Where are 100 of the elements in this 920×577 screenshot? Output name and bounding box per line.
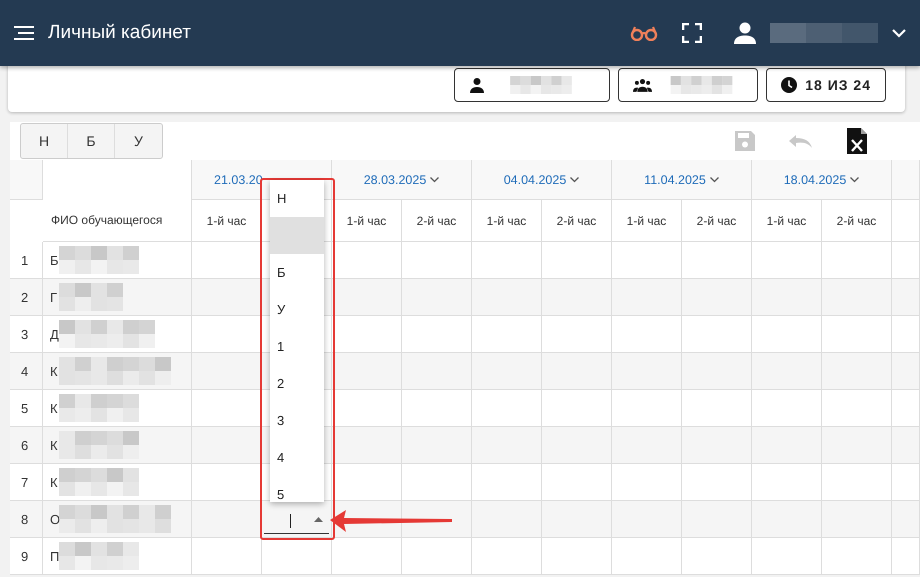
table-cell[interactable] <box>402 353 472 390</box>
table-cell[interactable] <box>752 353 822 390</box>
student-name: К <box>50 364 58 378</box>
date-menu-button[interactable]: 18.04.2025 <box>784 172 860 186</box>
table-cell[interactable] <box>542 501 612 538</box>
hour-header: 1-й час <box>626 214 666 228</box>
dropdown-option[interactable]: 5 <box>270 476 324 502</box>
blurred-text <box>59 283 123 311</box>
clock-icon <box>781 77 798 93</box>
mark-button[interactable]: Н <box>21 124 68 158</box>
dropdown-option[interactable]: У <box>270 291 324 328</box>
dropdown-option[interactable]: 1 <box>270 328 324 365</box>
spreadsheet-file-icon <box>846 127 868 155</box>
table-cell[interactable] <box>402 427 472 464</box>
menu-button[interactable] <box>14 26 34 40</box>
table-cell[interactable] <box>472 279 542 316</box>
table-cell[interactable] <box>752 501 822 538</box>
table-cell[interactable] <box>542 353 612 390</box>
row-number: 9 <box>21 548 28 564</box>
table-cell[interactable] <box>752 538 822 575</box>
app-title: Личный кабинет <box>48 22 192 44</box>
save-icon <box>734 130 756 152</box>
table-cell[interactable] <box>332 353 402 390</box>
table-cell[interactable] <box>892 427 920 464</box>
person-button[interactable] <box>454 68 610 102</box>
table-cell[interactable] <box>612 538 682 575</box>
table-cell[interactable] <box>822 279 892 316</box>
table-cell[interactable] <box>402 501 472 538</box>
table-cell[interactable] <box>682 279 752 316</box>
row-number: 8 <box>21 512 28 526</box>
excel-button[interactable] <box>846 127 868 155</box>
dropdown-option[interactable]: 4 <box>270 439 324 476</box>
dropdown-option[interactable] <box>270 217 324 254</box>
table-cell[interactable] <box>542 538 612 575</box>
table-cell[interactable] <box>752 427 822 464</box>
hour-header: 1-й час <box>486 214 526 228</box>
table-cell[interactable] <box>402 279 472 316</box>
date-menu-button[interactable]: 28.03.2025 <box>364 172 440 186</box>
table-cell[interactable] <box>192 353 262 390</box>
row-number: 1 <box>21 252 28 268</box>
mark-button[interactable]: У <box>115 124 162 158</box>
table-cell[interactable] <box>682 427 752 464</box>
table-cell[interactable] <box>682 501 752 538</box>
table-cell[interactable] <box>752 279 822 316</box>
student-name: П <box>50 548 60 564</box>
table-cell[interactable] <box>612 353 682 390</box>
table-cell[interactable] <box>612 427 682 464</box>
undo-icon <box>788 134 814 148</box>
table-cell[interactable] <box>892 279 920 316</box>
table-cell[interactable] <box>332 279 402 316</box>
table-cell[interactable] <box>472 501 542 538</box>
table-cell[interactable] <box>822 353 892 390</box>
student-name: Д <box>50 326 59 342</box>
table-cell[interactable] <box>472 353 542 390</box>
row-number: 4 <box>21 364 28 378</box>
table-cell[interactable] <box>192 538 262 575</box>
row-number: 3 <box>21 326 28 342</box>
table-cell[interactable] <box>542 427 612 464</box>
hour-header: 1-й час <box>346 214 386 228</box>
table-cell[interactable] <box>332 427 402 464</box>
lessons-counter-button[interactable]: 18 ИЗ 24 <box>766 68 886 102</box>
date-menu-button[interactable]: 11.04.2025 <box>644 172 719 186</box>
table-cell[interactable] <box>682 538 752 575</box>
table-cell[interactable] <box>892 501 920 538</box>
table-cell[interactable] <box>192 279 262 316</box>
user-menu[interactable] <box>734 22 906 44</box>
table-cell[interactable] <box>192 501 262 538</box>
people-icon <box>633 77 652 93</box>
table-cell[interactable] <box>822 501 892 538</box>
fullscreen-icon <box>682 23 702 43</box>
table-cell[interactable] <box>472 427 542 464</box>
table-cell[interactable] <box>682 353 752 390</box>
user-icon <box>734 22 756 44</box>
row-number: 7 <box>21 474 28 490</box>
table-cell[interactable] <box>892 353 920 390</box>
table-cell[interactable] <box>542 279 612 316</box>
table-cell[interactable] <box>192 427 262 464</box>
student-name: К <box>50 400 58 416</box>
table-cell[interactable] <box>262 538 332 575</box>
mark-button[interactable]: Б <box>68 124 115 158</box>
accessibility-button[interactable] <box>630 25 658 41</box>
date-menu-button[interactable]: 21.03.20 <box>214 172 263 186</box>
table-cell[interactable] <box>612 501 682 538</box>
table-cell[interactable] <box>892 538 920 575</box>
table-cell[interactable] <box>822 427 892 464</box>
dropdown-option[interactable]: 3 <box>270 402 324 439</box>
date-menu-button[interactable]: 04.04.2025 <box>504 172 580 186</box>
table-cell[interactable] <box>612 279 682 316</box>
table-cell[interactable] <box>822 538 892 575</box>
dropdown-option[interactable]: 2 <box>270 365 324 402</box>
fullscreen-button[interactable] <box>682 23 702 43</box>
hour-header: 2-й час <box>556 214 596 228</box>
dropdown-option[interactable]: Н <box>270 180 324 217</box>
chevron-down-icon <box>850 176 860 182</box>
student-name: О <box>50 512 60 526</box>
table-cell[interactable] <box>472 538 542 575</box>
table-cell[interactable] <box>332 538 402 575</box>
group-button[interactable] <box>618 68 758 102</box>
dropdown-option[interactable]: Б <box>270 254 324 291</box>
table-cell[interactable] <box>402 538 472 575</box>
